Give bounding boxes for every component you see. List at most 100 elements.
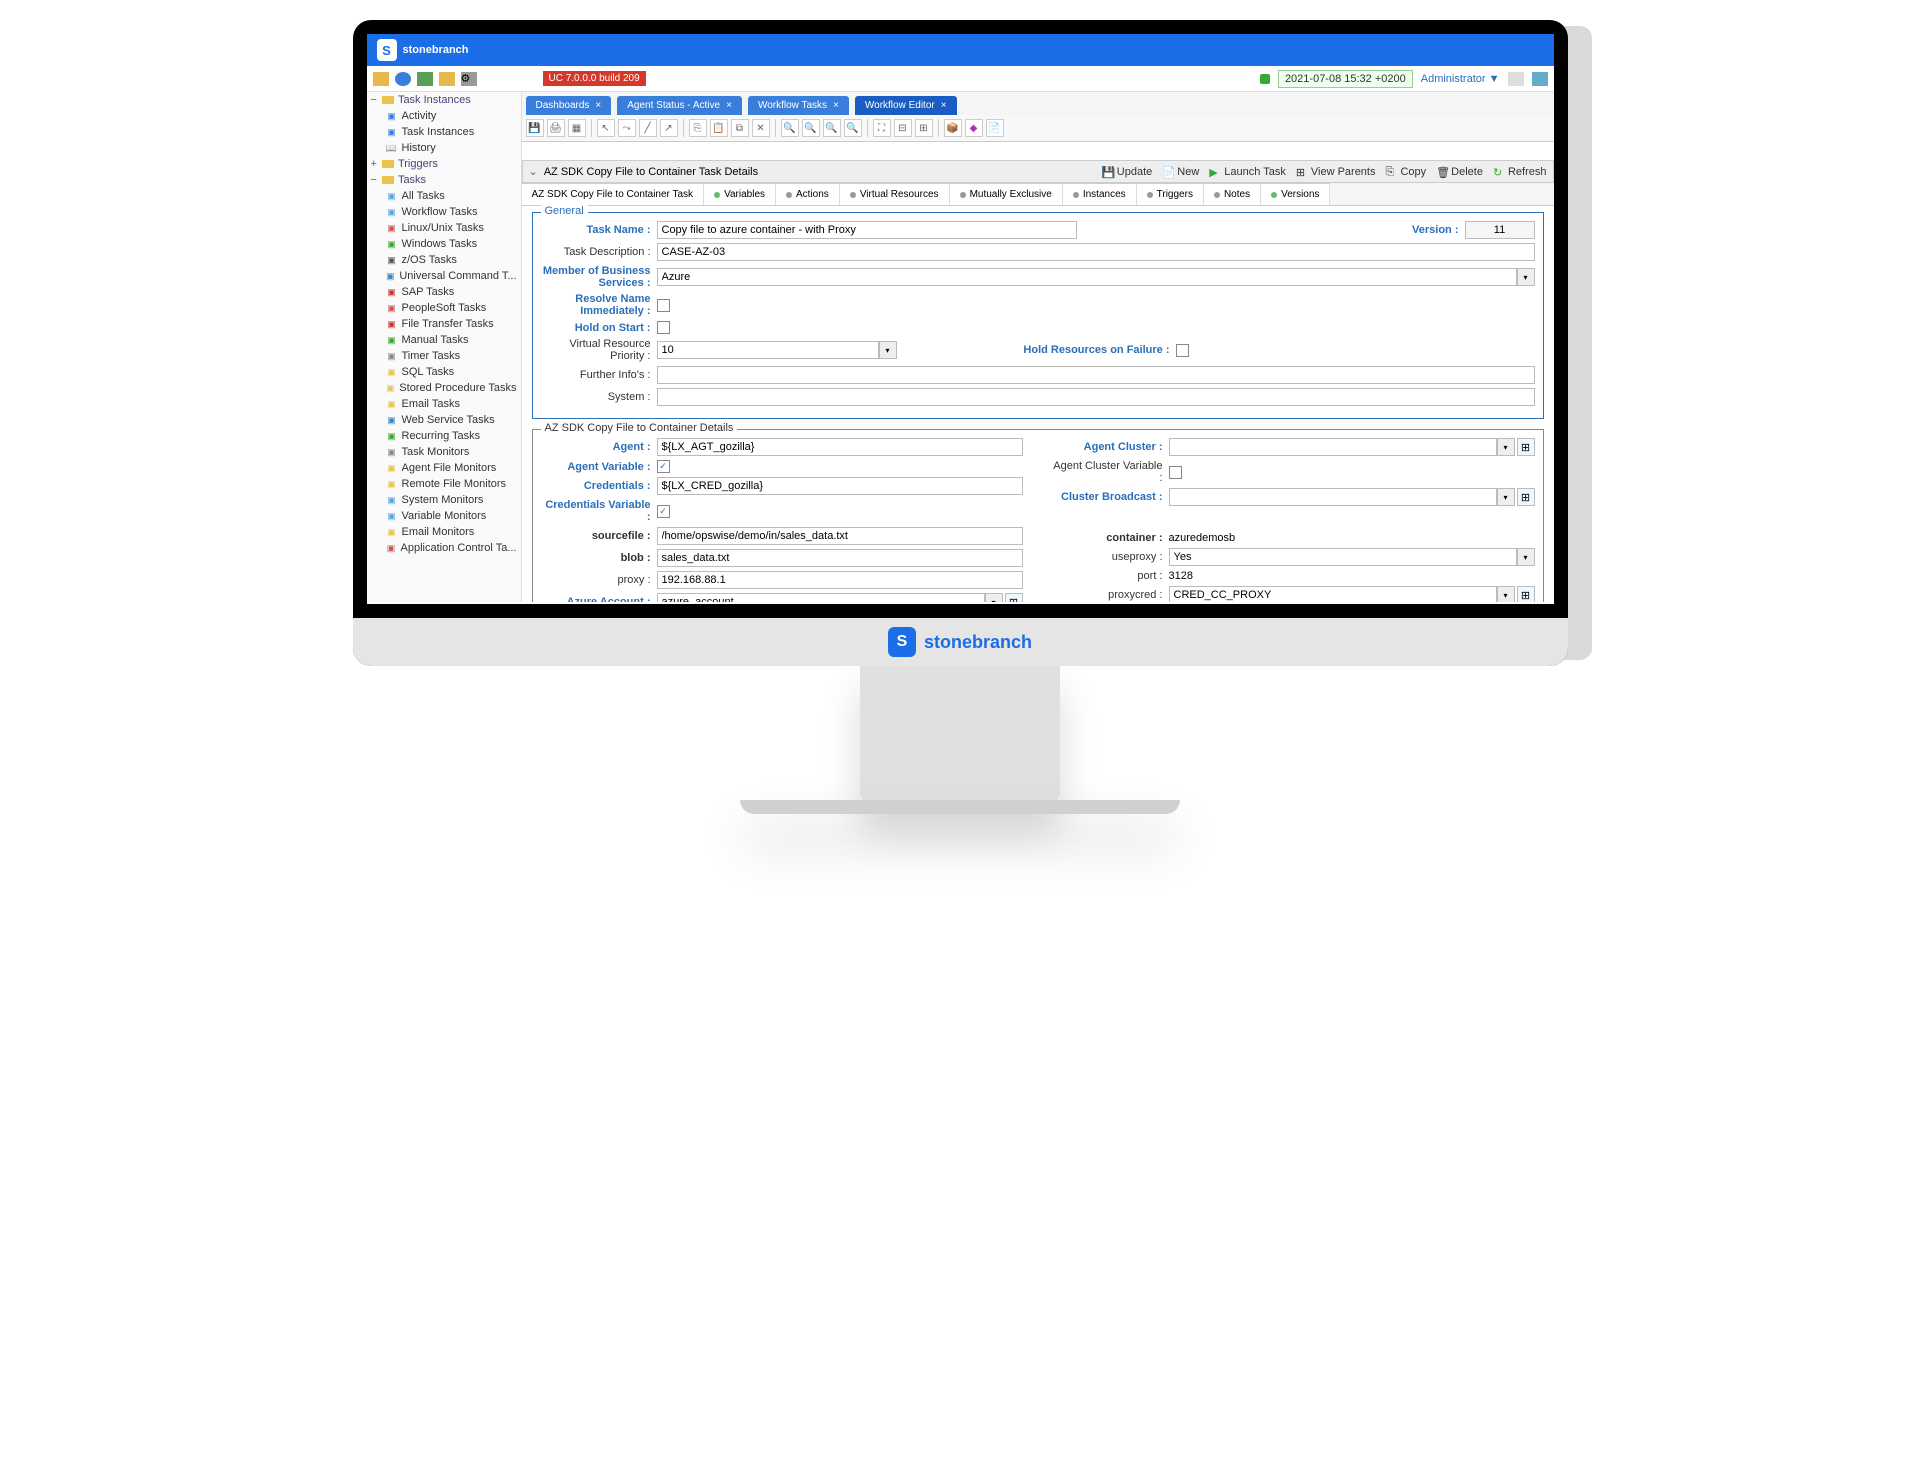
- action-refresh[interactable]: ↻Refresh: [1493, 166, 1547, 178]
- dropdown-icon[interactable]: ▾: [1497, 586, 1515, 602]
- tb-dup[interactable]: ⧉: [731, 119, 749, 137]
- nav-task-item[interactable]: ▣Workflow Tasks: [367, 204, 521, 220]
- nav-task-item[interactable]: ▣Variable Monitors: [367, 508, 521, 524]
- icon-3[interactable]: [417, 72, 433, 86]
- close-icon[interactable]: ×: [833, 100, 839, 111]
- tb-fit[interactable]: ⛶: [873, 119, 891, 137]
- subtab-vr[interactable]: Virtual Resources: [840, 183, 950, 205]
- icon-4[interactable]: [439, 72, 455, 86]
- action-delete[interactable]: 🗑Delete: [1436, 166, 1483, 178]
- nav-triggers[interactable]: +Triggers: [367, 156, 521, 172]
- nav-task-item[interactable]: ▣Remote File Monitors: [367, 476, 521, 492]
- hold-start-checkbox[interactable]: [657, 321, 670, 334]
- sourcefile-field[interactable]: [657, 527, 1023, 545]
- nav-task-item[interactable]: ▣Web Service Tasks: [367, 412, 521, 428]
- action-parents[interactable]: ⊞View Parents: [1296, 166, 1376, 178]
- nav-task-item[interactable]: ▣Stored Procedure Tasks: [367, 380, 521, 396]
- nav-task-item[interactable]: ▣Email Tasks: [367, 396, 521, 412]
- azure-acc-field[interactable]: [657, 593, 985, 602]
- system-field[interactable]: [657, 388, 1535, 406]
- picker-icon[interactable]: ⊞: [1517, 438, 1535, 456]
- useproxy-field[interactable]: [1169, 548, 1517, 566]
- dropdown-icon[interactable]: ▾: [1517, 548, 1535, 566]
- tb-pkg[interactable]: 📦: [944, 119, 962, 137]
- settings-icon[interactable]: [1532, 72, 1548, 86]
- action-launch[interactable]: ▶Launch Task: [1209, 166, 1286, 178]
- tab-workflow-tasks[interactable]: Workflow Tasks×: [748, 96, 849, 115]
- nav-task-item[interactable]: ▣System Monitors: [367, 492, 521, 508]
- close-icon[interactable]: ×: [595, 100, 601, 111]
- nav-task-item[interactable]: ▣Windows Tasks: [367, 236, 521, 252]
- nav-task-item[interactable]: ▣Agent File Monitors: [367, 460, 521, 476]
- tb-line[interactable]: ╱: [639, 119, 657, 137]
- close-icon[interactable]: ×: [941, 100, 947, 111]
- nav-task-item[interactable]: ▣Universal Command T...: [367, 268, 521, 284]
- tb-tree[interactable]: ⊟: [894, 119, 912, 137]
- dropdown-icon[interactable]: ▾: [1517, 268, 1535, 286]
- tb-arrow[interactable]: ↗: [660, 119, 678, 137]
- tb-zoomout[interactable]: 🔍: [802, 119, 820, 137]
- nav-tasks[interactable]: −Tasks: [367, 172, 521, 188]
- nav-task-item[interactable]: ▣Task Monitors: [367, 444, 521, 460]
- nav-task-inst[interactable]: ▣Task Instances: [367, 124, 521, 140]
- user-menu[interactable]: Administrator ▼: [1421, 73, 1500, 85]
- collapse-icon[interactable]: ⌄: [529, 165, 538, 178]
- subtab-variables[interactable]: Variables: [704, 183, 776, 205]
- nav-task-item[interactable]: ▣SQL Tasks: [367, 364, 521, 380]
- tab-workflow-editor[interactable]: Workflow Editor×: [855, 96, 957, 115]
- nav-task-item[interactable]: ▣SAP Tasks: [367, 284, 521, 300]
- hold-fail-checkbox[interactable]: [1176, 344, 1189, 357]
- nav-task-item[interactable]: ▣All Tasks: [367, 188, 521, 204]
- tab-dashboards[interactable]: Dashboards×: [526, 96, 612, 115]
- tb-print[interactable]: 🖨: [547, 119, 565, 137]
- help-icon[interactable]: [1508, 72, 1524, 86]
- action-copy[interactable]: ⎘Copy: [1385, 166, 1426, 178]
- nav-task-item[interactable]: ▣Linux/Unix Tasks: [367, 220, 521, 236]
- tb-view[interactable]: ▦: [568, 119, 586, 137]
- task-desc-field[interactable]: [657, 243, 1535, 261]
- close-icon[interactable]: ×: [726, 100, 732, 111]
- task-name-field[interactable]: [657, 221, 1077, 239]
- subtab-task[interactable]: AZ SDK Copy File to Container Task: [522, 183, 705, 205]
- creds-var-checkbox[interactable]: ✓: [657, 505, 670, 518]
- agent-cluster-field[interactable]: [1169, 438, 1497, 456]
- picker-icon[interactable]: ⊞: [1517, 488, 1535, 506]
- tb-grid[interactable]: ⊞: [915, 119, 933, 137]
- vr-priority-field[interactable]: [657, 341, 879, 359]
- dropdown-icon[interactable]: ▾: [985, 593, 1003, 602]
- proxy-field[interactable]: [657, 571, 1023, 589]
- further-field[interactable]: [657, 366, 1535, 384]
- agent-var-checkbox[interactable]: ✓: [657, 460, 670, 473]
- nav-task-instances[interactable]: −Task Instances: [367, 92, 521, 108]
- tb-save[interactable]: 💾: [526, 119, 544, 137]
- blob-field[interactable]: [657, 549, 1023, 567]
- nav-task-item[interactable]: ▣PeopleSoft Tasks: [367, 300, 521, 316]
- subtab-instances[interactable]: Instances: [1063, 183, 1137, 205]
- subtab-mutex[interactable]: Mutually Exclusive: [950, 183, 1063, 205]
- picker-icon[interactable]: ⊞: [1517, 586, 1535, 602]
- subtab-versions[interactable]: Versions: [1261, 183, 1330, 205]
- nav-task-item[interactable]: ▣Email Monitors: [367, 524, 521, 540]
- picker-icon[interactable]: ⊞: [1005, 593, 1023, 602]
- resolve-checkbox[interactable]: [657, 299, 670, 312]
- nav-history[interactable]: 📖History: [367, 140, 521, 156]
- tab-agent-status[interactable]: Agent Status - Active×: [617, 96, 742, 115]
- creds-field[interactable]: [657, 477, 1023, 495]
- nav-task-item[interactable]: ▣Application Control Ta...: [367, 540, 521, 556]
- dropdown-icon[interactable]: ▾: [1497, 488, 1515, 506]
- icon-1[interactable]: [373, 72, 389, 86]
- nav-task-item[interactable]: ▣Manual Tasks: [367, 332, 521, 348]
- nav-activity[interactable]: ▣Activity: [367, 108, 521, 124]
- proxycred-field[interactable]: [1169, 586, 1497, 602]
- gear-icon[interactable]: ⚙: [461, 72, 477, 86]
- tb-del[interactable]: ✕: [752, 119, 770, 137]
- subtab-triggers[interactable]: Triggers: [1137, 183, 1204, 205]
- tb-copy[interactable]: ⎘: [689, 119, 707, 137]
- nav-task-item[interactable]: ▣Recurring Tasks: [367, 428, 521, 444]
- cluster-bc-field[interactable]: [1169, 488, 1497, 506]
- tb-doc[interactable]: 📄: [986, 119, 1004, 137]
- action-new[interactable]: 📄New: [1162, 166, 1199, 178]
- cluster-var-checkbox[interactable]: [1169, 466, 1182, 479]
- tb-zoom100[interactable]: 🔍: [844, 119, 862, 137]
- member-field[interactable]: [657, 268, 1517, 286]
